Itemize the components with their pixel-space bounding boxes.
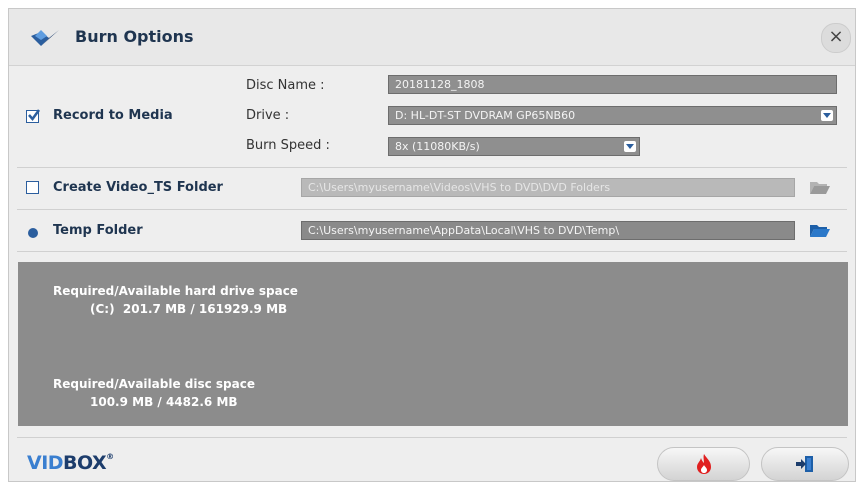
record-to-media-checkbox[interactable] — [26, 109, 41, 123]
divider — [17, 251, 847, 252]
divider — [17, 167, 847, 168]
temp-folder-label: Temp Folder — [53, 223, 143, 238]
drive-select[interactable]: D: HL-DT-ST DVDRAM GP65NB60 — [388, 106, 837, 125]
brand-vid: VID — [27, 452, 64, 474]
burn-button[interactable] — [657, 447, 750, 481]
close-button[interactable]: × — [821, 23, 851, 53]
disc-space-title: Required/Available disc space — [53, 377, 255, 391]
burn-speed-select[interactable]: 8x (11080KB/s) — [388, 137, 640, 156]
vidbox-logo-icon — [31, 30, 59, 46]
divider — [17, 209, 847, 210]
chevron-down-icon — [624, 141, 636, 152]
brand-box: BOX — [63, 452, 107, 474]
space-info-panel: Required/Available hard drive space (C:)… — [18, 262, 848, 426]
disc-name-label: Disc Name : — [246, 78, 325, 93]
exit-button[interactable] — [761, 447, 849, 481]
temp-folder-path-input[interactable]: C:\Users\myusername\AppData\Local\VHS to… — [301, 221, 795, 240]
folder-open-icon[interactable] — [809, 180, 831, 196]
drive-select-value: D: HL-DT-ST DVDRAM GP65NB60 — [395, 109, 576, 122]
divider — [17, 437, 847, 438]
burn-options-dialog: Burn Options × Record to Media Disc Name… — [8, 8, 856, 482]
disc-space-value: 100.9 MB / 4482.6 MB — [90, 395, 238, 409]
brand-registered: ® — [106, 452, 114, 461]
temp-folder-radio[interactable] — [28, 228, 38, 238]
check-icon — [28, 109, 41, 122]
title-bar: Burn Options × — [9, 9, 855, 66]
exit-door-icon — [796, 456, 813, 472]
folder-open-icon[interactable] — [809, 223, 831, 239]
burn-flame-icon — [696, 454, 711, 474]
video-ts-path-input[interactable]: C:\Users\myusername\Videos\VHS to DVD\DV… — [301, 178, 795, 197]
vidbox-brand-logo: VIDBOX® — [27, 452, 114, 474]
disc-name-input[interactable]: 20181128_1808 — [388, 75, 837, 94]
chevron-down-icon — [821, 110, 833, 121]
create-video-ts-label: Create Video_TS Folder — [53, 180, 223, 195]
hdd-space-title: Required/Available hard drive space — [53, 284, 298, 298]
create-video-ts-checkbox[interactable] — [26, 181, 39, 194]
dialog-title: Burn Options — [75, 27, 194, 46]
record-to-media-label: Record to Media — [53, 108, 173, 123]
burn-speed-value: 8x (11080KB/s) — [395, 140, 480, 153]
burn-speed-label: Burn Speed : — [246, 138, 330, 153]
hdd-space-value: (C:) 201.7 MB / 161929.9 MB — [90, 302, 288, 316]
drive-label: Drive : — [246, 108, 290, 123]
